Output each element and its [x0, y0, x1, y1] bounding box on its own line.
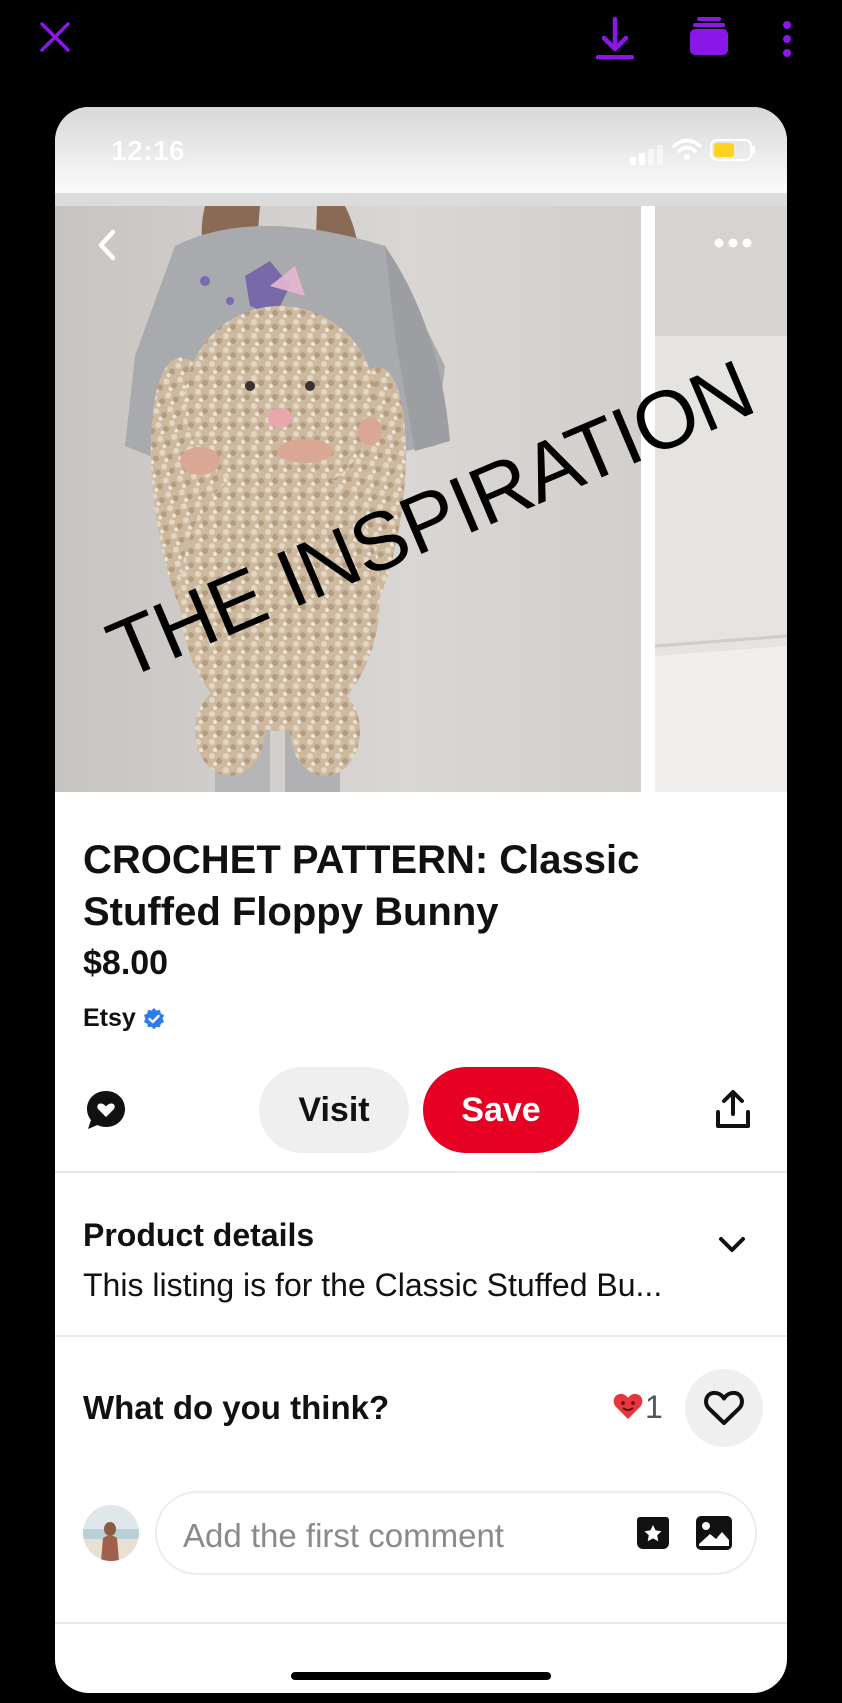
- home-indicator: [291, 1672, 551, 1680]
- share-icon[interactable]: [715, 1090, 751, 1130]
- media-strip: [55, 193, 787, 206]
- back-icon[interactable]: [93, 228, 121, 262]
- status-bar: 12:16: [55, 107, 787, 193]
- heart-face-reaction-icon: [613, 1393, 643, 1419]
- more-options-icon[interactable]: [713, 236, 753, 250]
- save-button[interactable]: Save: [423, 1067, 579, 1153]
- comment-input[interactable]: Add the first comment: [155, 1491, 757, 1575]
- product-details-description: This listing is for the Classic Stuffed …: [83, 1267, 663, 1303]
- download-icon[interactable]: [594, 16, 636, 62]
- comment-placeholder: Add the first comment: [183, 1517, 504, 1554]
- divider: [55, 1335, 787, 1337]
- divider: [55, 1622, 787, 1624]
- chevron-down-icon[interactable]: [717, 1235, 747, 1255]
- feedback-prompt: What do you think?: [83, 1389, 390, 1426]
- signal-icon: [630, 145, 663, 165]
- pin-title: CROCHET PATTERN: Classic Stuffed Floppy …: [83, 838, 640, 934]
- comment-icon[interactable]: [85, 1089, 127, 1131]
- next-image-preview[interactable]: [655, 206, 787, 792]
- react-button[interactable]: [685, 1369, 763, 1447]
- visit-button[interactable]: Visit: [259, 1067, 409, 1153]
- close-icon[interactable]: [38, 20, 72, 54]
- heart-icon: [704, 1390, 744, 1425]
- verified-badge-icon: [143, 1007, 164, 1029]
- stack-icon[interactable]: [689, 16, 729, 56]
- status-time: 12:16: [111, 135, 186, 166]
- merchant-name: Etsy: [83, 1004, 136, 1032]
- avatar-photo: [83, 1505, 139, 1561]
- divider: [55, 1171, 787, 1173]
- sticker-icon[interactable]: [635, 1515, 671, 1551]
- image-attach-icon[interactable]: [695, 1515, 733, 1551]
- merchant-row[interactable]: Etsy: [83, 1004, 166, 1033]
- avatar: [83, 1505, 139, 1561]
- reaction-count: 1: [645, 1389, 663, 1425]
- more-vertical-icon[interactable]: [780, 20, 794, 58]
- product-details-heading: Product details: [83, 1217, 315, 1253]
- pin-screenshot-card: 12:16 THE INSPIRATION CROCHET PATTERN: C…: [55, 107, 787, 1693]
- battery-icon: [710, 139, 755, 161]
- next-image-illustration: [655, 206, 787, 792]
- wifi-icon: [672, 138, 702, 160]
- pin-price: $8.00: [83, 944, 169, 982]
